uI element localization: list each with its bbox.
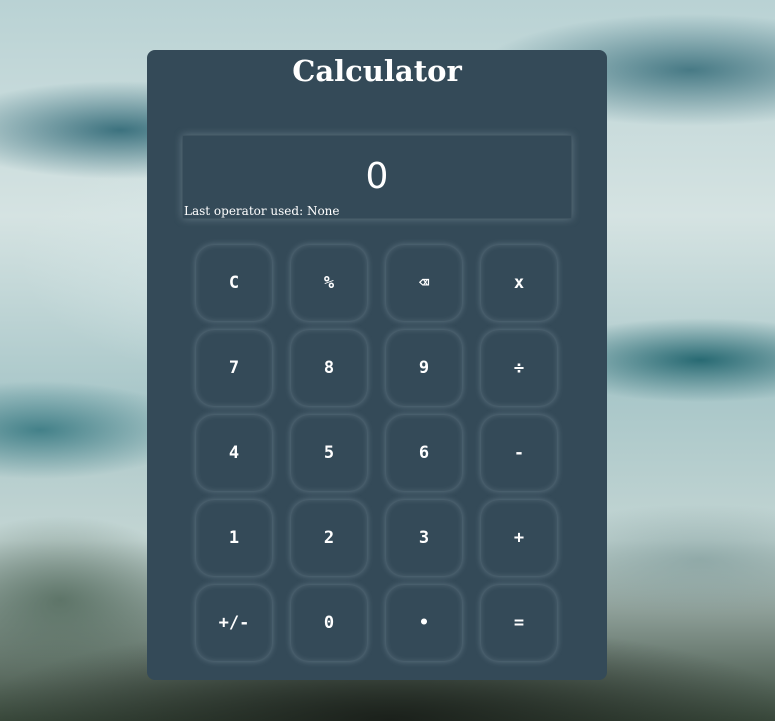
clear-button[interactable]: C bbox=[196, 245, 272, 321]
digit-4-button[interactable]: 4 bbox=[196, 415, 272, 491]
digit-2-button[interactable]: 2 bbox=[291, 500, 367, 576]
digit-3-button[interactable]: 3 bbox=[386, 500, 462, 576]
decimal-button-label: • bbox=[418, 613, 430, 633]
backspace-icon: ⌫ bbox=[418, 273, 430, 293]
multiply-button[interactable]: x bbox=[481, 245, 557, 321]
subtract-button[interactable]: - bbox=[481, 415, 557, 491]
negate-button-label: +/- bbox=[218, 613, 250, 633]
digit-0-label: 0 bbox=[323, 613, 335, 633]
add-button-label: + bbox=[513, 528, 525, 548]
digit-7-label: 7 bbox=[228, 358, 240, 378]
digit-9-button[interactable]: 9 bbox=[386, 330, 462, 406]
multiply-button-label: x bbox=[513, 273, 525, 293]
digit-3-label: 3 bbox=[418, 528, 430, 548]
calculator-panel: Calculator 0 Last operator used: None C … bbox=[147, 50, 607, 680]
percent-button[interactable]: % bbox=[291, 245, 367, 321]
digit-0-button[interactable]: 0 bbox=[291, 585, 367, 661]
digit-5-button[interactable]: 5 bbox=[291, 415, 367, 491]
add-button[interactable]: + bbox=[481, 500, 557, 576]
subtract-button-label: - bbox=[513, 443, 525, 463]
digit-5-label: 5 bbox=[323, 443, 335, 463]
negate-button[interactable]: +/- bbox=[196, 585, 272, 661]
digit-7-button[interactable]: 7 bbox=[196, 330, 272, 406]
digit-2-label: 2 bbox=[323, 528, 335, 548]
divide-button[interactable]: ÷ bbox=[481, 330, 557, 406]
percent-button-label: % bbox=[323, 273, 335, 293]
equals-button-label: = bbox=[513, 613, 525, 633]
digit-9-label: 9 bbox=[418, 358, 430, 378]
keypad: C % ⌫ x 7 8 9 ÷ 4 5 6 - 1 2 3 + +/- 0 • … bbox=[196, 245, 557, 661]
display-value: 0 bbox=[365, 156, 389, 197]
calculator-display: 0 Last operator used: None bbox=[182, 135, 572, 219]
digit-1-label: 1 bbox=[228, 528, 240, 548]
digit-4-label: 4 bbox=[228, 443, 240, 463]
last-operator-label: Last operator used: None bbox=[184, 204, 340, 218]
backspace-button[interactable]: ⌫ bbox=[386, 245, 462, 321]
divide-button-label: ÷ bbox=[513, 358, 525, 378]
digit-8-button[interactable]: 8 bbox=[291, 330, 367, 406]
digit-8-label: 8 bbox=[323, 358, 335, 378]
equals-button[interactable]: = bbox=[481, 585, 557, 661]
digit-6-label: 6 bbox=[418, 443, 430, 463]
digit-6-button[interactable]: 6 bbox=[386, 415, 462, 491]
calculator-title: Calculator bbox=[292, 54, 462, 88]
decimal-button[interactable]: • bbox=[386, 585, 462, 661]
digit-1-button[interactable]: 1 bbox=[196, 500, 272, 576]
clear-button-label: C bbox=[228, 273, 240, 293]
